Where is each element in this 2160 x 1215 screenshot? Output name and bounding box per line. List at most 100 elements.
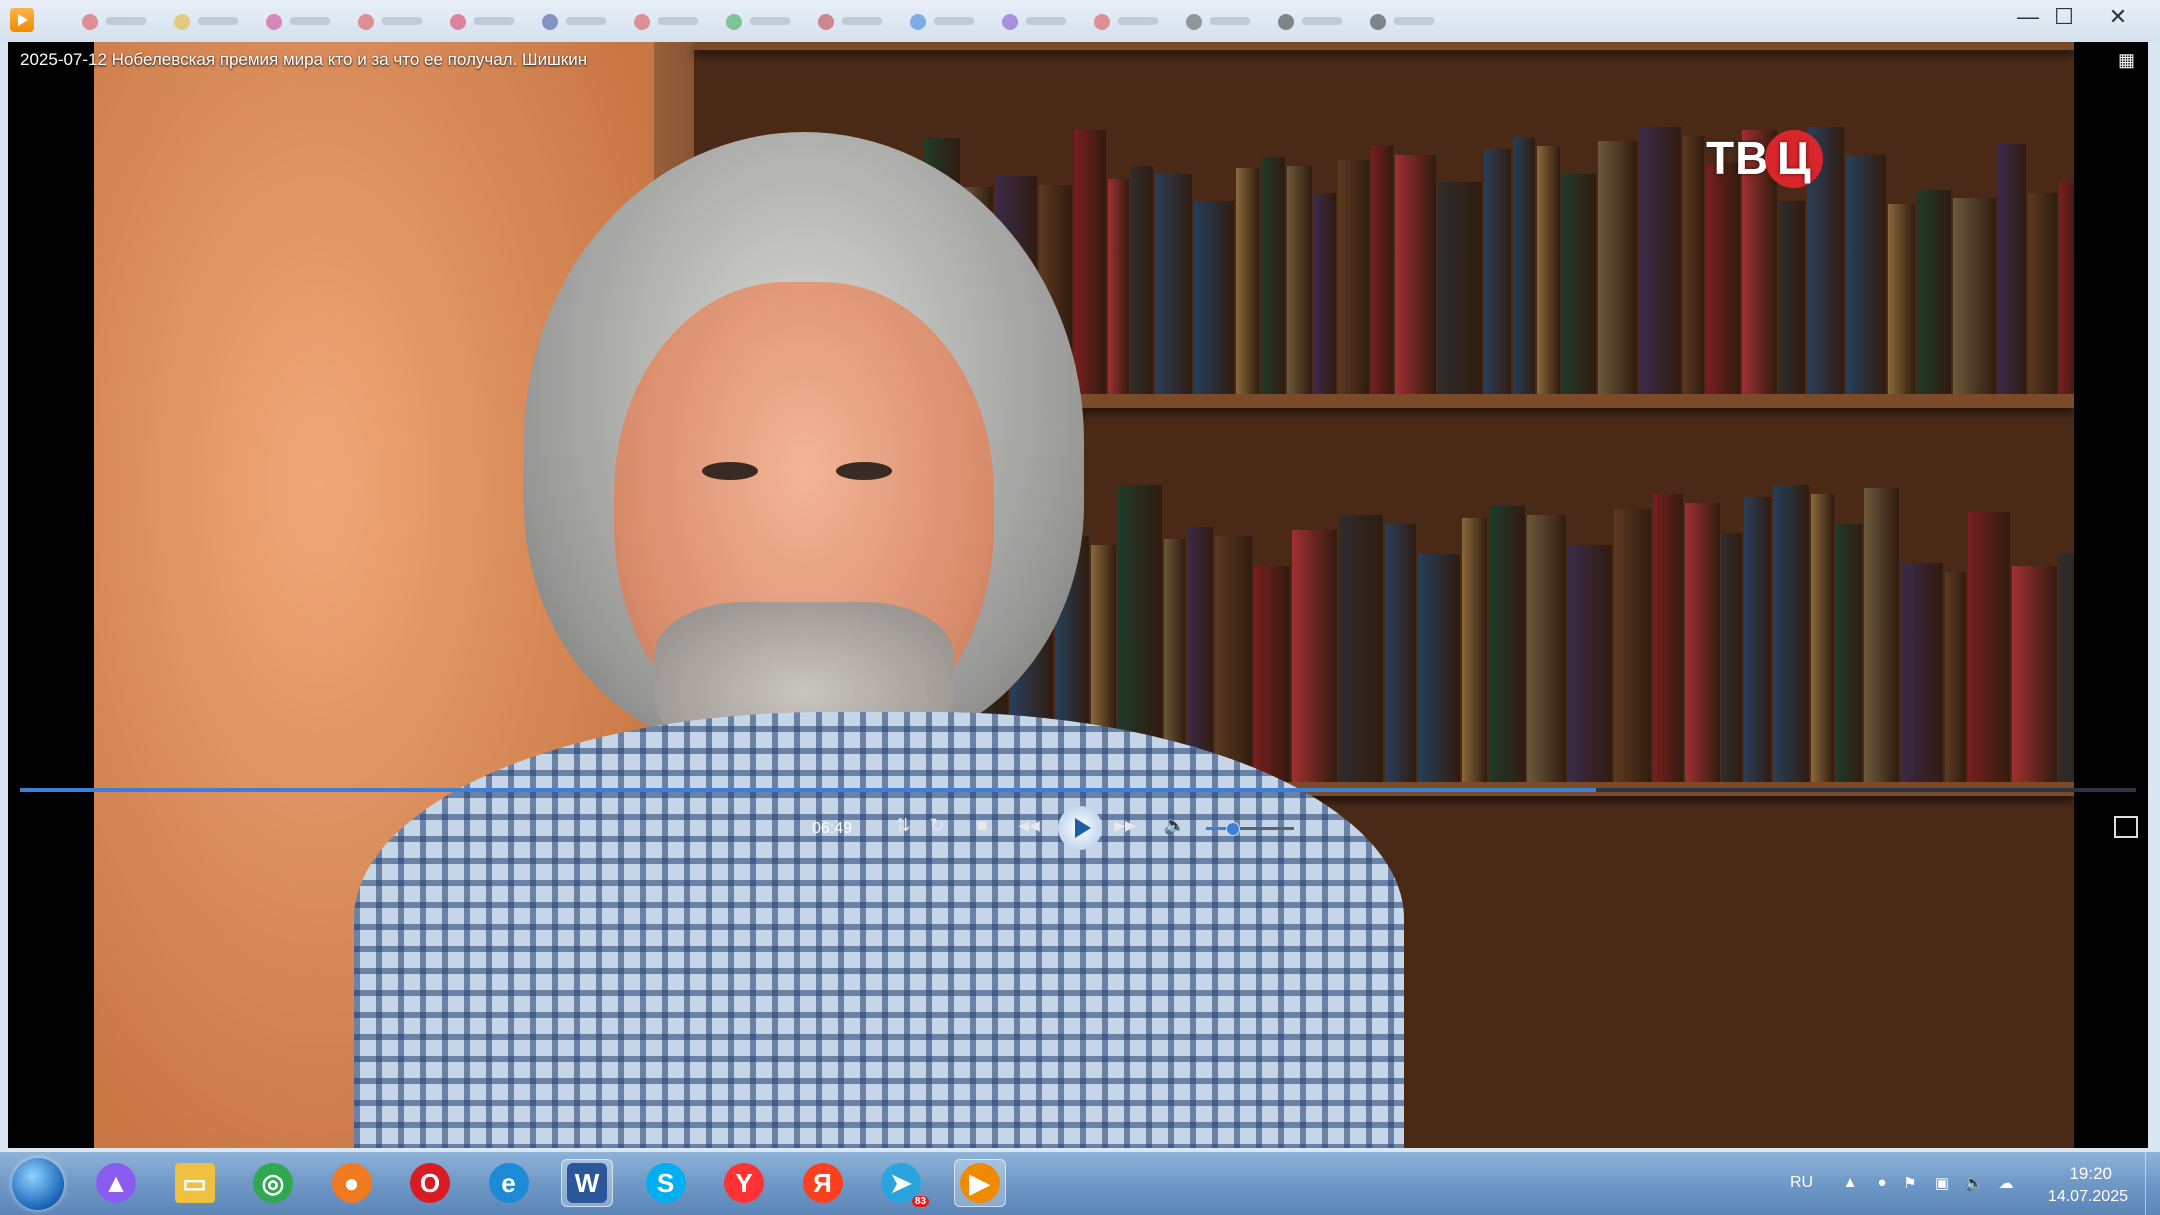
fullscreen-icon[interactable] [2114,816,2138,838]
tab-11[interactable] [1082,8,1174,36]
book [1513,138,1535,394]
book [1779,200,1805,394]
book [1722,533,1742,782]
tab-6[interactable] [622,8,714,36]
maximize-button[interactable]: ☐ [2042,4,2086,32]
clock-time[interactable]: 19:20 [2069,1164,2112,1184]
taskbar-media-player-icon[interactable]: ▶ [953,1159,1006,1207]
tab-4[interactable] [438,8,530,36]
taskbar-opera-icon[interactable]: O [404,1159,456,1207]
interviewee [354,132,1404,1148]
book [1462,518,1487,782]
taskbar-skype-icon[interactable]: S [640,1159,692,1207]
seek-progress [20,788,1597,792]
taskbar-yandex-browser-icon[interactable]: Y [718,1159,770,1207]
yandex-glyph: Я [802,1163,843,1203]
book [2028,192,2057,394]
rewind-button[interactable]: ◀◀ [1012,808,1046,842]
book [1562,173,1596,394]
antivirus-icon[interactable]: ● [1872,1174,1892,1194]
book [1773,485,1809,782]
network-icon[interactable]: ▣ [1932,1174,1952,1194]
tab-label-blurred [842,17,882,25]
tab-7[interactable] [714,8,806,36]
chrome-glyph: ◎ [253,1163,293,1203]
seek-bar[interactable] [20,788,2136,792]
player-controls: 06:49 ⇅ ↻ ■ ◀◀ ▶▶ 🔈 [8,794,2148,850]
speaker-icon[interactable]: 🔈 [1964,1174,1984,1194]
clock-date[interactable]: 14.07.2025 [2048,1188,2128,1206]
book [1489,506,1525,782]
taskbar: ▲ ▭ ◎ ● Oe W S Y Я ➤ 83 ▶ RU ▲ ● ⚑ ▣ 🔈 ☁ 19:20 14.0… [0,1152,2160,1215]
book [1744,497,1771,782]
media-player-glyph: ▶ [959,1163,1000,1203]
tab-10[interactable] [990,8,1082,36]
taskbar-firefox-icon[interactable]: ● [326,1159,378,1207]
chevron-up-icon[interactable]: ▲ [1840,1174,1860,1194]
stop-button[interactable]: ■ [965,808,999,842]
tab-favicon-icon [266,14,282,30]
tab-12[interactable] [1174,8,1266,36]
taskbar-edge-icon[interactable]: e [483,1159,535,1207]
taskbar-telegram-icon[interactable]: ➤ 83 [875,1159,929,1207]
explorer-glyph: ▭ [174,1163,215,1203]
volume-knob[interactable] [1226,822,1241,836]
player-window: — ☐ ✕ ТВ Ц 2025-07-12 Нобелевская премия… [0,0,2160,1152]
flag-icon[interactable]: ⚑ [1900,1174,1920,1194]
book [1418,554,1460,782]
play-button[interactable] [1058,806,1102,850]
volume-slider[interactable] [1206,822,1294,836]
taskbar-chrome-icon[interactable]: ◎ [247,1159,299,1207]
tab-favicon-icon [1002,14,1018,30]
tab-label-blurred [566,17,606,25]
book [1917,190,1951,394]
playlist-icon[interactable]: ▦ [2118,50,2140,72]
close-button[interactable]: ✕ [2096,4,2140,32]
taskbar-yandex-icon[interactable]: Я [797,1159,849,1207]
tab-label-blurred [750,17,790,25]
tab-label-blurred [1026,17,1066,25]
tab-13[interactable] [1266,8,1358,36]
tab-1[interactable] [162,8,254,36]
repeat-icon[interactable]: ↻ [920,808,954,842]
firefox-glyph: ● [331,1163,372,1203]
tab-label-blurred [1394,17,1434,25]
tab-favicon-icon [82,14,98,30]
tab-label-blurred [1302,17,1342,25]
app-icon[interactable] [10,8,34,32]
book [1537,146,1560,394]
tab-8[interactable] [806,8,898,36]
sync-icon[interactable]: ☁ [1996,1174,2016,1194]
tab-5[interactable] [530,8,622,36]
show-desktop-button[interactable] [2145,1152,2160,1215]
shuffle-icon[interactable]: ⇅ [886,808,920,842]
tab-favicon-icon [1094,14,1110,30]
tab-0[interactable] [70,8,162,36]
edge-glyph: e [488,1163,529,1203]
book [2059,554,2074,782]
language-indicator[interactable]: RU [1790,1174,1813,1192]
taskbar-word-icon[interactable]: W [561,1159,613,1207]
notification-badge: 83 [911,1196,929,1207]
forward-button[interactable]: ▶▶ [1108,808,1142,842]
tab-2[interactable] [254,8,346,36]
tab-14[interactable] [1358,8,1450,36]
video-player[interactable]: ТВ Ц 2025-07-12 Нобелевская премия мира к… [8,42,2148,1148]
taskbar-explorer-icon[interactable]: ▭ [169,1159,221,1207]
current-time: 06:49 [812,820,853,837]
start-button[interactable] [12,1158,64,1210]
book [1614,509,1651,782]
book [1568,545,1612,782]
tab-9[interactable] [898,8,990,36]
taskbar-alice-icon[interactable]: ▲ [90,1159,142,1207]
tab-favicon-icon [542,14,558,30]
tab-label-blurred [106,17,146,25]
tab-favicon-icon [1370,14,1386,30]
tab-3[interactable] [346,8,438,36]
book [1846,154,1886,394]
book [1888,203,1915,394]
book [1598,141,1637,394]
volume-icon[interactable]: 🔈 [1158,808,1192,842]
tab-favicon-icon [1278,14,1294,30]
book [1901,563,1943,782]
